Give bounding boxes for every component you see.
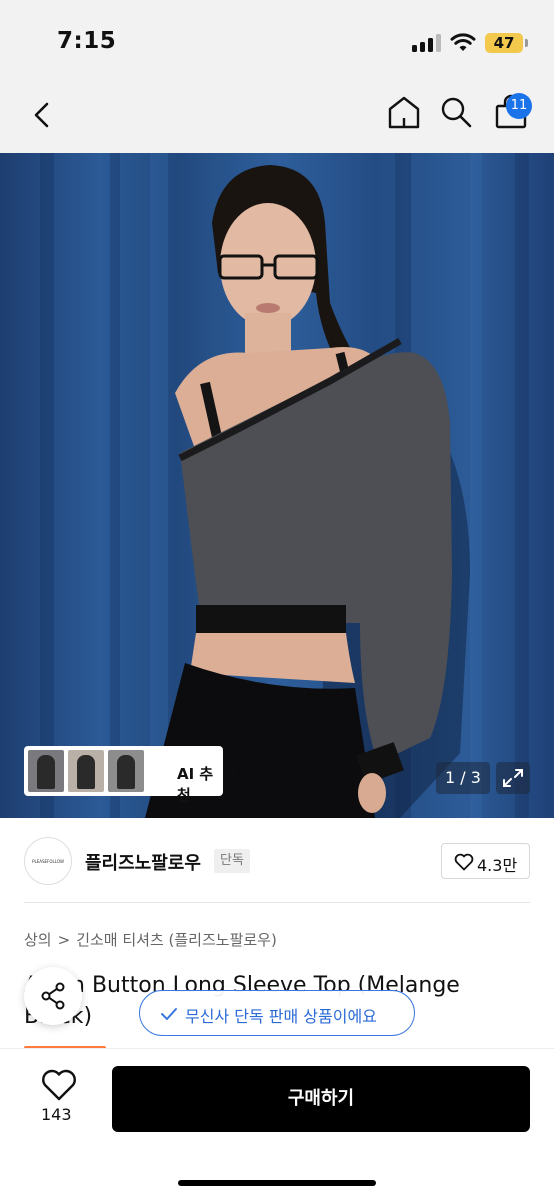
breadcrumb: 상의 > 긴소매 티셔츠 (플리즈노팔로우) xyxy=(24,929,277,950)
home-icon[interactable] xyxy=(386,94,422,130)
home-indicator xyxy=(178,1180,376,1186)
exclusive-badge: 단독 xyxy=(214,849,250,873)
image-pager: 1 / 3 xyxy=(436,762,490,794)
status-time: 7:15 xyxy=(57,28,117,54)
ai-thumbnail-2 xyxy=(68,750,104,792)
heart-icon xyxy=(454,853,474,871)
exclusive-toast: 무신사 단독 판매 상품이에요 xyxy=(139,990,415,1036)
toast-text: 무신사 단독 판매 상품이에요 xyxy=(185,1007,377,1026)
ai-recommend-button[interactable]: AI 추천 › xyxy=(24,746,237,804)
battery-icon: 47 xyxy=(485,33,528,53)
search-icon[interactable] xyxy=(439,95,473,129)
status-bar: 7:15 47 xyxy=(0,0,554,80)
share-button[interactable] xyxy=(24,967,82,1025)
check-icon xyxy=(161,1008,177,1020)
ai-thumbnail-1 xyxy=(28,750,64,792)
buy-button[interactable]: 구매하기 xyxy=(112,1066,530,1132)
ai-recommend-label: AI 추천 xyxy=(177,765,214,804)
breadcrumb-subcategory[interactable]: 긴소매 티셔츠 (플리즈노팔로우) xyxy=(76,931,277,949)
expand-icon[interactable] xyxy=(496,762,530,794)
brand-name[interactable]: 플리즈노팔로우 xyxy=(85,849,201,875)
chevron-right-icon: > xyxy=(57,931,71,949)
wifi-icon xyxy=(450,33,476,51)
brand-logo[interactable]: PLEASEFOLLOW xyxy=(24,837,72,885)
brand-like-count: 4.3만 xyxy=(477,856,518,875)
cart-count-badge: 11 xyxy=(506,93,532,119)
divider xyxy=(24,902,530,903)
breadcrumb-category[interactable]: 상의 xyxy=(24,931,52,949)
ai-thumbnail-3 xyxy=(108,750,144,792)
top-nav-bar xyxy=(0,80,554,153)
chevron-right-icon: › xyxy=(231,762,237,780)
wishlist-count: 143 xyxy=(41,1105,72,1124)
product-photo xyxy=(40,153,529,818)
back-arrow-icon[interactable] xyxy=(28,98,56,132)
wishlist-heart-icon[interactable] xyxy=(40,1068,78,1102)
share-icon xyxy=(41,982,65,1010)
product-image[interactable] xyxy=(0,153,554,818)
brand-like-button[interactable]: 4.3만 xyxy=(441,843,530,879)
cellular-signal-icon xyxy=(412,34,442,52)
